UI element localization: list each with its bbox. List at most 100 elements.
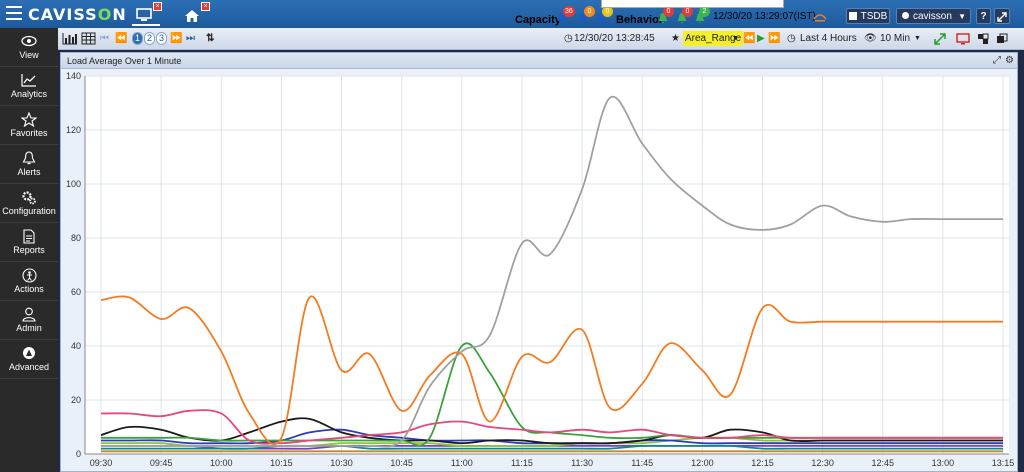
hamburger-menu-icon[interactable]	[6, 6, 22, 20]
sidebar-item-admin[interactable]: Admin	[0, 301, 58, 340]
sidebar-item-label: Favorites	[10, 128, 48, 138]
y-tick-label: 0	[76, 449, 81, 459]
sidebar-item-label: Advanced	[8, 362, 50, 372]
window-icon[interactable]	[996, 33, 1008, 45]
page-2-button[interactable]: 2	[144, 32, 155, 45]
history-icon: ◷	[787, 33, 796, 44]
tsdb-button[interactable]: TSDB	[846, 8, 890, 24]
sidebar-item-analytics[interactable]: Analytics	[0, 67, 58, 106]
sidebar-item-view[interactable]: View	[0, 28, 58, 67]
last-page-icon[interactable]: ⏭	[186, 31, 195, 46]
x-tick-label: 12:15	[751, 458, 774, 468]
fullscreen-button[interactable]	[994, 8, 1010, 24]
home-icon	[185, 10, 199, 22]
screen-icon[interactable]	[956, 33, 970, 45]
duration-select[interactable]: Last 4 Hours	[800, 31, 857, 46]
chevron-down-icon[interactable]: ▼	[914, 31, 921, 46]
sidebar-item-advanced[interactable]: Advanced	[0, 340, 58, 379]
graph-panel: Load Average Over 1 Minute ⤢ ⚙ 0 20 40 60 80…	[60, 52, 1018, 472]
dropdown-popup	[601, 0, 784, 8]
sort-icon[interactable]: ⇅	[206, 31, 214, 46]
x-tick-label: 12:30	[811, 458, 834, 468]
sidebar-item-alerts[interactable]: Alerts	[0, 145, 58, 184]
play-icon[interactable]: ▶	[757, 31, 765, 46]
chevron-down-icon: ▼	[958, 12, 966, 21]
actions-icon	[21, 267, 37, 283]
star-filled-icon[interactable]: ★	[671, 31, 680, 46]
x-tick-label: 11:30	[571, 458, 593, 468]
x-tick-label: 13:00	[932, 458, 955, 468]
close-tab-icon[interactable]: ×	[153, 2, 162, 11]
eye-icon: 👁	[864, 33, 877, 44]
top-bar: CAVISSON × × Capacity 36 0 0 Behavior 0 …	[0, 0, 1024, 28]
next-page-icon[interactable]: ⏩	[170, 31, 182, 46]
toolbar-time: 12/30/20 13:28:45	[574, 33, 655, 44]
sidebar-item-label: Alerts	[17, 167, 41, 177]
advanced-icon	[23, 347, 35, 359]
sidebar-item-configuration[interactable]: Configuration	[0, 184, 58, 223]
eye-icon	[21, 35, 37, 47]
previous-page-icon[interactable]: ⏪	[115, 31, 127, 46]
chart-line-icon	[21, 74, 36, 87]
first-page-icon[interactable]: ⏮	[100, 31, 109, 46]
cogs-icon	[22, 190, 36, 204]
user-menu-button[interactable]: cavisson ▼	[896, 8, 971, 24]
bar-chart-icon[interactable]	[62, 32, 78, 45]
tab-home[interactable]: ×	[180, 2, 210, 26]
x-tick-label: 09:45	[150, 458, 173, 468]
bell-icon	[22, 150, 36, 164]
tab-monitor[interactable]: ×	[132, 2, 162, 26]
brand-logo: CAVISSON	[28, 5, 127, 24]
header-timestamp: 12/30/20 13:29:07(IST)	[713, 11, 816, 22]
table-icon[interactable]	[81, 32, 96, 45]
graph-toolbar: ⏮ ⏪ 1 2 3 ⏩ ⏭ ⇅ ◷ 12/30/20 13:28:45 ★ Ar…	[58, 28, 1024, 50]
y-tick-label: 20	[71, 395, 81, 405]
user-icon	[902, 12, 909, 19]
close-tab-icon[interactable]: ×	[201, 2, 210, 11]
sidebar-item-label: Reports	[13, 245, 45, 255]
sidebar-item-favorites[interactable]: Favorites	[0, 106, 58, 145]
rewind-icon[interactable]: ⏪	[743, 31, 755, 46]
signal-icon[interactable]	[812, 9, 828, 23]
sidebar-item-reports[interactable]: Reports	[0, 223, 58, 262]
line-chart: 0 20 40 60 80 100 120 140 09:30 09:45 10:00 10:15 10…	[66, 71, 1015, 468]
x-tick-label: 10:45	[390, 458, 413, 468]
chevron-down-icon[interactable]: ▼	[732, 31, 739, 46]
x-tick-label: 09:30	[90, 458, 113, 468]
x-tick-label: 10:00	[210, 458, 233, 468]
page-3-button[interactable]: 3	[156, 32, 167, 45]
expand-icon	[997, 12, 1007, 22]
compress-icon[interactable]	[934, 33, 946, 45]
y-tick-label: 120	[66, 125, 81, 135]
x-tick-label: 12:45	[871, 458, 894, 468]
sidebar-item-label: Admin	[16, 323, 42, 333]
capacity-major-badge: 0	[584, 6, 595, 17]
x-tick-label: 10:30	[330, 458, 353, 468]
x-tick-label: 12:00	[691, 458, 714, 468]
user-icon	[22, 307, 36, 322]
expand-panel-icon[interactable]: ⤢	[993, 55, 1001, 66]
page-1-button[interactable]: 1	[132, 32, 143, 45]
interval-select[interactable]: 10 Min	[880, 31, 910, 46]
sidebar-item-label: Analytics	[10, 89, 47, 99]
clock-icon: ◷	[564, 33, 573, 44]
help-button[interactable]: ?	[976, 8, 991, 24]
x-tick-label: 11:00	[451, 458, 473, 468]
gear-icon[interactable]: ⚙	[1005, 55, 1014, 66]
monitor-icon	[136, 8, 152, 21]
fast-forward-icon[interactable]: ⏩	[768, 31, 780, 46]
y-tick-label: 60	[71, 287, 81, 297]
sidebar-item-actions[interactable]: Actions	[0, 262, 58, 301]
y-tick-label: 80	[71, 233, 81, 243]
star-icon	[21, 111, 37, 127]
sidebar: View Analytics Favorites Alerts Configur…	[0, 28, 58, 472]
layout-icon[interactable]	[977, 33, 989, 45]
x-tick-label: 10:15	[270, 458, 293, 468]
plot-area	[85, 76, 1009, 454]
y-tick-label: 140	[66, 71, 81, 81]
sidebar-item-label: Configuration	[2, 206, 56, 216]
database-icon	[848, 12, 857, 20]
capacity-critical-badge: 36	[563, 6, 575, 17]
x-tick-label: 13:15	[992, 458, 1015, 468]
document-icon	[23, 228, 35, 244]
